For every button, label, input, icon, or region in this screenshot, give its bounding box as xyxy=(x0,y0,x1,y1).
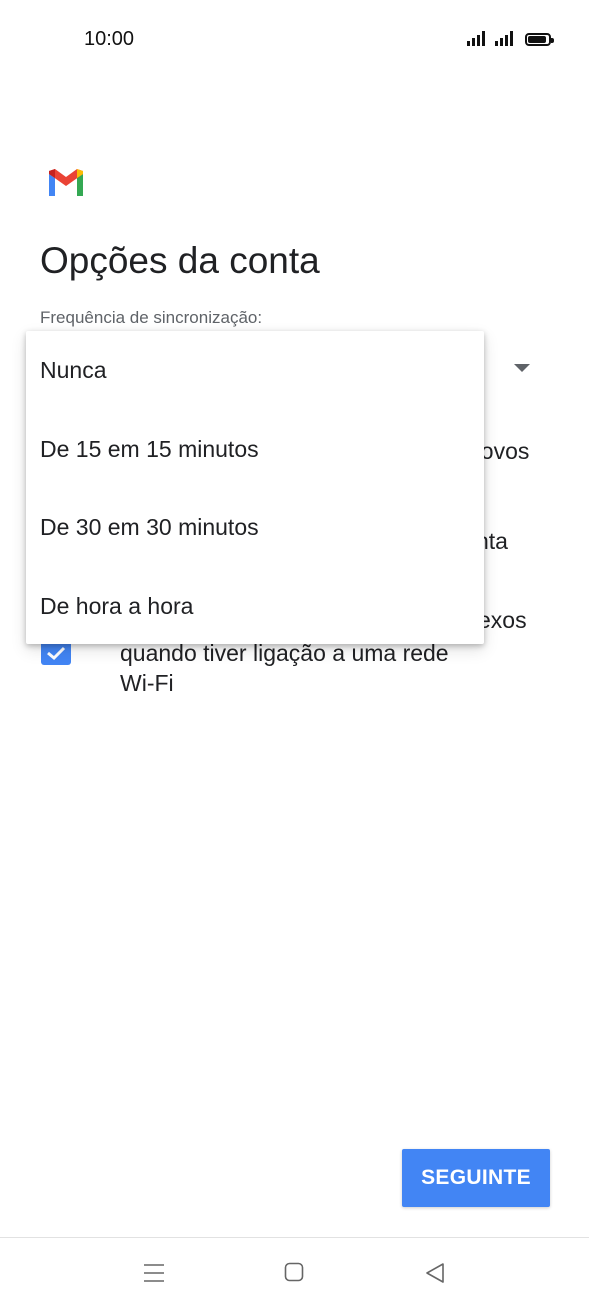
status-icons xyxy=(467,30,554,46)
home-icon[interactable] xyxy=(284,1262,304,1282)
menu-item-never[interactable]: Nunca xyxy=(40,357,106,384)
battery-level xyxy=(528,36,546,43)
sync-frequency-dropdown-menu: Nunca De 15 em 15 minutos De 30 em 30 mi… xyxy=(26,331,484,644)
dropdown-arrow-icon[interactable] xyxy=(514,364,530,372)
back-icon[interactable] xyxy=(425,1262,445,1284)
wifi-option-line: Wi-Fi xyxy=(120,670,174,696)
next-button[interactable]: SEGUINTE xyxy=(402,1149,550,1207)
page-title: Opções da conta xyxy=(40,240,320,281)
wifi-attachments-checkbox[interactable] xyxy=(41,641,71,665)
sync-frequency-label: Frequência de sincronização: xyxy=(40,308,263,327)
menu-icon[interactable] xyxy=(143,1262,165,1284)
status-time: 10:00 xyxy=(84,28,135,50)
option-text-fragment: exos xyxy=(478,607,527,633)
menu-item-15-minutes[interactable]: De 15 em 15 minutos xyxy=(40,436,259,463)
status-bar: 10:00 xyxy=(0,0,589,80)
battery-icon xyxy=(525,33,554,46)
wifi-option-label: quando tiver ligação a uma rede Wi-Fi xyxy=(120,638,520,698)
signal-icon xyxy=(495,30,513,46)
checkmark-icon xyxy=(47,646,66,661)
signal-icon xyxy=(467,30,485,46)
menu-item-30-minutes[interactable]: De 30 em 30 minutos xyxy=(40,514,259,541)
navigation-bar xyxy=(0,1237,589,1309)
menu-item-hourly[interactable]: De hora a hora xyxy=(40,593,193,620)
gmail-logo xyxy=(49,169,83,196)
